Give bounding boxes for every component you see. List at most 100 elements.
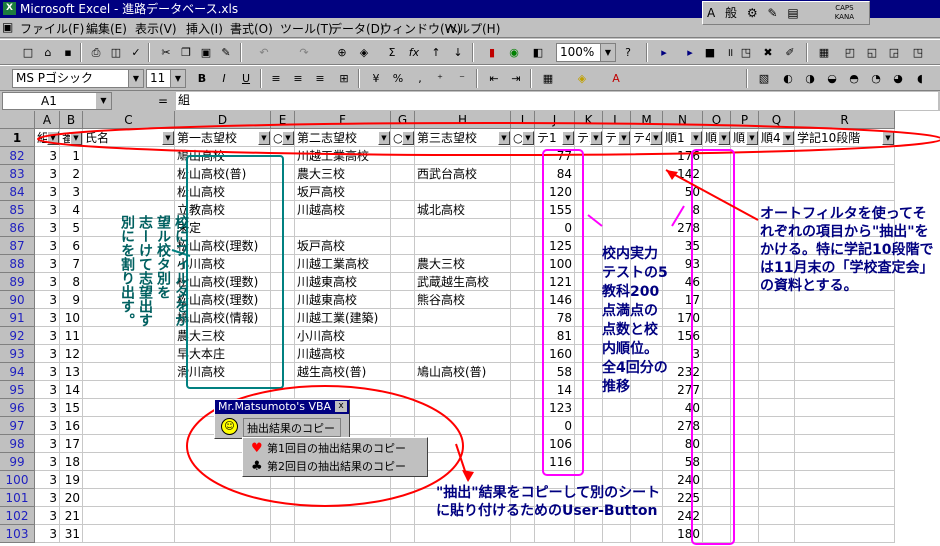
row-header[interactable]: 102 (0, 507, 35, 525)
table-cell[interactable] (631, 219, 663, 237)
table-cell[interactable] (511, 165, 535, 183)
row-header[interactable]: 83 (0, 165, 35, 183)
table-cell[interactable]: 武蔵越生高校 (415, 273, 511, 291)
table-cell[interactable] (415, 399, 511, 417)
table-cell[interactable] (731, 147, 759, 165)
table-cell[interactable]: 農大三校 (295, 165, 391, 183)
table-cell[interactable] (391, 399, 415, 417)
table-cell[interactable] (731, 507, 759, 525)
table-cell[interactable] (391, 489, 415, 507)
paste-icon[interactable]: ▣ (196, 43, 216, 62)
table-cell[interactable] (603, 201, 631, 219)
table-cell[interactable] (575, 147, 603, 165)
table-cell[interactable] (415, 327, 511, 345)
table-cell[interactable] (731, 327, 759, 345)
copy-results-button[interactable]: ☺ 抽出結果のコピー ▾ (221, 418, 341, 454)
autofilter-dropdown-icon[interactable]: ▼ (882, 131, 894, 145)
column-header-K[interactable]: K (575, 111, 603, 129)
table-cell[interactable]: 3 (35, 273, 60, 291)
autofilter-dropdown-icon[interactable]: ▼ (522, 131, 534, 145)
table-cell[interactable]: 3 (35, 417, 60, 435)
header-cell[interactable]: テ2 ▼ (575, 129, 603, 147)
table-cell[interactable]: 川越工業高校 (295, 255, 391, 273)
row-header[interactable]: 82 (0, 147, 35, 165)
table-cell[interactable]: 100 (535, 255, 575, 273)
table-cell[interactable]: 81 (535, 327, 575, 345)
table-cell[interactable] (731, 165, 759, 183)
table-cell[interactable] (759, 147, 795, 165)
row-header[interactable]: 87 (0, 237, 35, 255)
table-cell[interactable]: 3 (35, 147, 60, 165)
chart-wizard-icon[interactable]: ▮ (482, 43, 502, 62)
table-cell[interactable] (795, 309, 895, 327)
table-cell[interactable]: 小川高校 (295, 327, 391, 345)
table-cell[interactable]: 川越東高校 (295, 273, 391, 291)
header-cell[interactable]: ○ ▼ (271, 129, 295, 147)
table-cell[interactable]: 3 (60, 183, 83, 201)
header-cell[interactable]: 組 ▼ (35, 129, 60, 147)
table-cell[interactable] (795, 327, 895, 345)
table-cell[interactable]: 106 (535, 435, 575, 453)
table-cell[interactable] (271, 489, 295, 507)
table-cell[interactable] (415, 147, 511, 165)
table-cell[interactable] (391, 417, 415, 435)
comma-icon[interactable]: , (410, 69, 430, 88)
table-cell[interactable]: 146 (535, 291, 575, 309)
table-cell[interactable] (703, 507, 731, 525)
table-cell[interactable] (603, 417, 631, 435)
table-cell[interactable]: 川越工業(建築) (295, 309, 391, 327)
table-cell[interactable]: 3 (35, 255, 60, 273)
table-cell[interactable]: 142 (663, 165, 703, 183)
table-cell[interactable]: 16 (60, 417, 83, 435)
header-cell[interactable]: 順3 ▼ (731, 129, 759, 147)
table-cell[interactable]: 19 (60, 471, 83, 489)
align-left-icon[interactable]: ≡ (266, 69, 286, 88)
table-cell[interactable]: 17 (60, 435, 83, 453)
table-cell[interactable]: 川越高校 (295, 201, 391, 219)
table-cell[interactable]: 2 (60, 165, 83, 183)
table-cell[interactable] (535, 525, 575, 543)
table-cell[interactable] (731, 183, 759, 201)
table-cell[interactable] (295, 525, 391, 543)
table-cell[interactable]: 西武台高校 (415, 165, 511, 183)
table-cell[interactable] (703, 183, 731, 201)
table-cell[interactable] (511, 237, 535, 255)
table-cell[interactable] (83, 435, 175, 453)
table-cell[interactable]: 50 (663, 183, 703, 201)
table-cell[interactable]: 180 (663, 525, 703, 543)
row-header[interactable]: 85 (0, 201, 35, 219)
table-cell[interactable] (271, 507, 295, 525)
table-cell[interactable] (703, 237, 731, 255)
table-cell[interactable] (731, 435, 759, 453)
table-cell[interactable] (759, 345, 795, 363)
table-cell[interactable] (759, 327, 795, 345)
table-cell[interactable] (795, 183, 895, 201)
table-cell[interactable]: 4 (60, 201, 83, 219)
row-header[interactable]: 92 (0, 327, 35, 345)
table-cell[interactable]: 1 (60, 147, 83, 165)
table-cell[interactable]: 3 (35, 471, 60, 489)
percent-icon[interactable]: % (388, 69, 408, 88)
menu-format[interactable]: 書式(O) (230, 20, 273, 37)
table-cell[interactable] (271, 525, 295, 543)
table-cell[interactable] (83, 525, 175, 543)
table-cell[interactable] (703, 147, 731, 165)
table-cell[interactable]: 3 (35, 291, 60, 309)
table-cell[interactable] (759, 399, 795, 417)
table-cell[interactable] (415, 453, 511, 471)
chevron-down-icon[interactable]: ▼ (600, 44, 615, 61)
table-cell[interactable]: 3 (35, 435, 60, 453)
zoom-select[interactable]: 100% ▼ (556, 43, 616, 62)
table-cell[interactable] (575, 435, 603, 453)
design-mode-icon[interactable]: ✐ (780, 43, 800, 62)
stop-icon[interactable]: ■ (700, 43, 720, 62)
open-file-icon[interactable]: ⌂ (38, 43, 58, 62)
table-cell[interactable] (575, 381, 603, 399)
table-cell[interactable]: 14 (535, 381, 575, 399)
table-cell[interactable] (759, 507, 795, 525)
table-cell[interactable] (271, 255, 295, 273)
table-cell[interactable] (731, 309, 759, 327)
row-header[interactable]: 94 (0, 363, 35, 381)
shape7-icon[interactable]: ◖ (910, 69, 930, 88)
table-cell[interactable] (391, 201, 415, 219)
